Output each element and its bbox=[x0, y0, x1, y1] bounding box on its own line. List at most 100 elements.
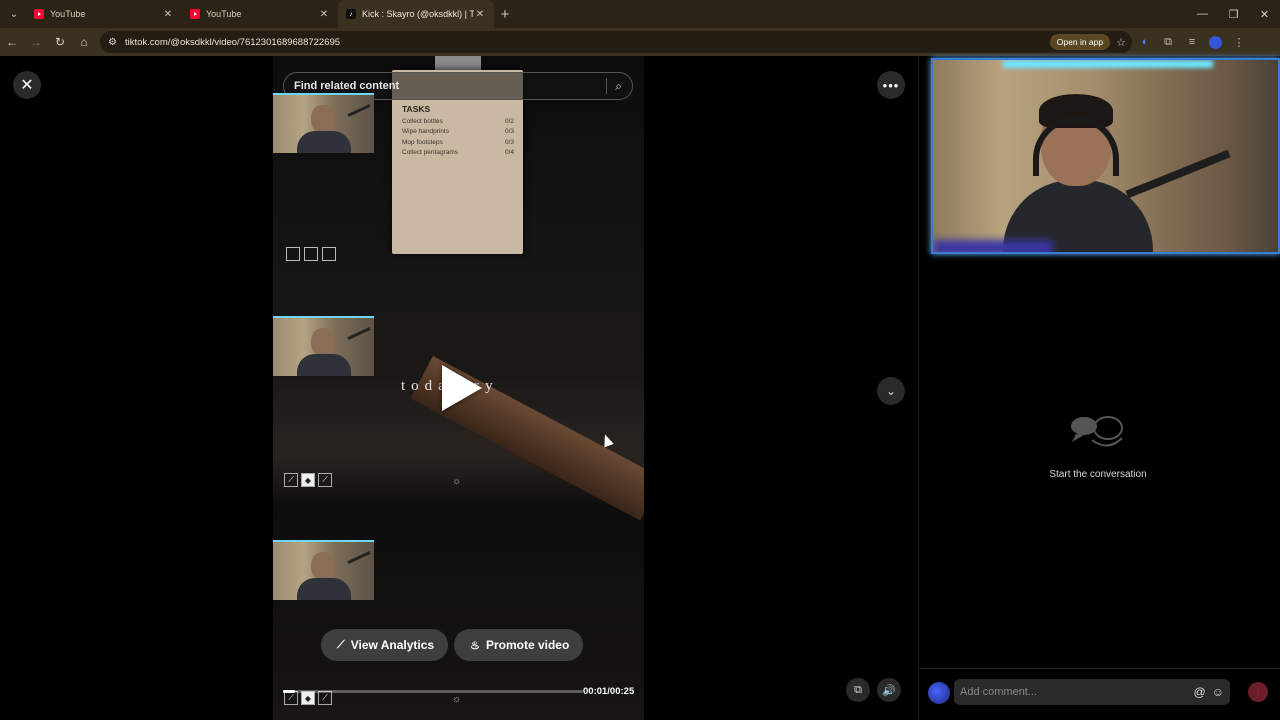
profile-avatar-icon[interactable] bbox=[1209, 35, 1222, 49]
streamer-pip-bottom bbox=[273, 540, 374, 600]
task-row: Collect pentagrams 0/4 bbox=[402, 149, 514, 156]
task-progress: 0/3 bbox=[504, 139, 514, 146]
view-analytics-label: View Analytics bbox=[350, 638, 435, 652]
comment-placeholder: Add comment... bbox=[960, 686, 1038, 698]
reload-icon[interactable]: ↻ bbox=[48, 30, 72, 54]
webcam-rgb-light bbox=[933, 240, 1053, 252]
tab-youtube-1[interactable]: YouTube ✕ bbox=[26, 0, 182, 28]
youtube-icon bbox=[34, 9, 44, 19]
pip-mic bbox=[347, 551, 371, 564]
volume-icon[interactable]: 🔊 bbox=[877, 678, 901, 702]
search-placeholder: Find related content bbox=[294, 80, 400, 92]
tab-close-icon[interactable]: ✕ bbox=[162, 9, 174, 20]
webcam-led-strip bbox=[1003, 60, 1213, 68]
chart-line-icon: ⟋ bbox=[337, 638, 345, 651]
webcam-mic-arm bbox=[1125, 149, 1231, 199]
pip-head bbox=[311, 328, 335, 356]
user-avatar[interactable] bbox=[928, 682, 950, 704]
task-name: Wipe handprints bbox=[402, 128, 449, 135]
task-progress: 0/3 bbox=[504, 128, 514, 135]
hotbar-slot: ⟋ bbox=[318, 691, 332, 705]
task-name: Mop footsteps bbox=[402, 139, 443, 146]
send-comment-button[interactable]: ↑ bbox=[1248, 682, 1268, 702]
extensions-icon[interactable]: ⧉ bbox=[1156, 36, 1180, 49]
task-row: Mop footsteps 0/3 bbox=[402, 139, 514, 146]
streamer-webcam bbox=[931, 58, 1280, 254]
game-hotbar: ⟋ ◆ ⟋ bbox=[284, 473, 332, 487]
comment-bar: Add comment... @ ☺ ↑ bbox=[918, 668, 1280, 720]
pip-body bbox=[297, 131, 351, 153]
play-icon[interactable] bbox=[442, 365, 482, 411]
restore-icon[interactable]: ❐ bbox=[1218, 8, 1249, 21]
task-name: Collect bottles bbox=[402, 118, 443, 125]
mention-icon[interactable]: @ bbox=[1194, 685, 1206, 699]
video-progress-fill bbox=[283, 690, 295, 693]
chat-bubble-icon bbox=[1071, 416, 1123, 447]
video-progress-bar[interactable] bbox=[283, 690, 583, 693]
youtube-icon bbox=[190, 9, 200, 19]
tiktok-video-page: ✕ TASKS Collect bottles 0/2 Wipe handpri… bbox=[0, 56, 1280, 720]
tab-youtube-2[interactable]: YouTube ✕ bbox=[182, 0, 338, 28]
hotbar-slot: ⟋ bbox=[318, 473, 332, 487]
pip-head bbox=[311, 552, 335, 580]
pip-mic bbox=[347, 104, 371, 117]
media-control-icon[interactable]: ≡ bbox=[1180, 36, 1204, 48]
miniplayer-icon[interactable]: ⧉ bbox=[846, 678, 870, 702]
more-options-button[interactable]: ••• bbox=[877, 71, 905, 99]
flame-icon: ♨ bbox=[470, 639, 480, 652]
pip-body bbox=[297, 354, 351, 376]
forward-arrow-icon[interactable]: → bbox=[24, 30, 48, 54]
add-comment-input[interactable]: Add comment... @ ☺ bbox=[954, 679, 1230, 705]
window-controls: — ❐ ✕ bbox=[1187, 8, 1280, 21]
minimize-icon[interactable]: — bbox=[1187, 8, 1218, 21]
hotbar-slot: ⟋ bbox=[284, 473, 298, 487]
tab-close-icon[interactable]: ✕ bbox=[318, 9, 330, 20]
open-in-app-button[interactable]: Open in app bbox=[1049, 34, 1111, 50]
search-divider bbox=[606, 78, 608, 94]
hotbar-slot: ⟋ bbox=[284, 691, 298, 705]
browser-toolbar: ← → ↻ ⌂ ⚙ tiktok.com/@oksdkkl/video/7612… bbox=[0, 28, 1280, 56]
promote-video-label: Promote video bbox=[485, 638, 570, 652]
window-close-icon[interactable]: ✕ bbox=[1249, 8, 1280, 21]
hud-empty-slots bbox=[286, 247, 336, 261]
hud-slot bbox=[286, 247, 300, 261]
bookmark-star-icon[interactable]: ☆ bbox=[1116, 36, 1126, 49]
close-video-button[interactable]: ✕ bbox=[13, 71, 41, 99]
comments-divider bbox=[918, 56, 919, 720]
streamer-pip-top bbox=[273, 93, 374, 153]
lightbulb-icon: ☼ bbox=[452, 476, 462, 487]
tab-title: Kick : Skayro (@oksdkkl) | TikTo bbox=[362, 9, 474, 19]
streamer-pip-middle bbox=[273, 316, 374, 376]
browser-tab-bar: ⌄ YouTube ✕ YouTube ✕ ♪ Kick : Skayro (@… bbox=[0, 0, 1280, 28]
tab-tiktok[interactable]: ♪ Kick : Skayro (@oksdkkl) | TikTo ✕ bbox=[338, 0, 494, 28]
hud-slot bbox=[322, 247, 336, 261]
tab-close-icon[interactable]: ✕ bbox=[474, 9, 486, 20]
promote-video-button[interactable]: ♨ Promote video bbox=[454, 629, 584, 661]
new-tab-plus-icon[interactable]: + bbox=[494, 6, 516, 23]
site-settings-icon[interactable]: ⚙ bbox=[108, 37, 117, 48]
video-player[interactable]: TASKS Collect bottles 0/2 Wipe handprint… bbox=[273, 56, 644, 720]
hotbar-slot: ◆ bbox=[301, 473, 315, 487]
back-arrow-icon[interactable]: ← bbox=[0, 30, 24, 54]
pip-head bbox=[311, 105, 335, 133]
game-hotbar-bottom: ⟋ ◆ ⟋ bbox=[284, 691, 332, 705]
address-bar[interactable]: ⚙ tiktok.com/@oksdkkl/video/761230168968… bbox=[100, 31, 1132, 53]
tab-search-chevron-icon[interactable]: ⌄ bbox=[2, 2, 26, 26]
home-icon[interactable]: ⌂ bbox=[72, 30, 96, 54]
task-progress: 0/2 bbox=[504, 118, 514, 125]
next-video-chevron-icon[interactable]: ⌄ bbox=[877, 377, 905, 405]
view-analytics-button[interactable]: ⟋ View Analytics bbox=[321, 629, 449, 661]
task-row: Collect bottles 0/2 bbox=[402, 118, 514, 125]
tab-title: YouTube bbox=[206, 9, 242, 19]
tab-title: YouTube bbox=[50, 9, 86, 19]
search-icon[interactable]: ⌕ bbox=[615, 79, 622, 94]
browser-menu-icon[interactable]: ⋮ bbox=[1227, 36, 1251, 49]
comments-empty-state: Start the conversation bbox=[1018, 412, 1178, 480]
video-time: 00:01/00:25 bbox=[583, 686, 635, 697]
emoji-icon[interactable]: ☺ bbox=[1212, 685, 1224, 699]
url-text: tiktok.com/@oksdkkl/video/76123016896887… bbox=[124, 36, 341, 48]
tasks-title: TASKS bbox=[402, 104, 431, 114]
task-name: Collect pentagrams bbox=[402, 149, 458, 156]
read-aloud-icon[interactable]: ◖ bbox=[1132, 36, 1156, 48]
hotbar-slot: ◆ bbox=[301, 691, 315, 705]
